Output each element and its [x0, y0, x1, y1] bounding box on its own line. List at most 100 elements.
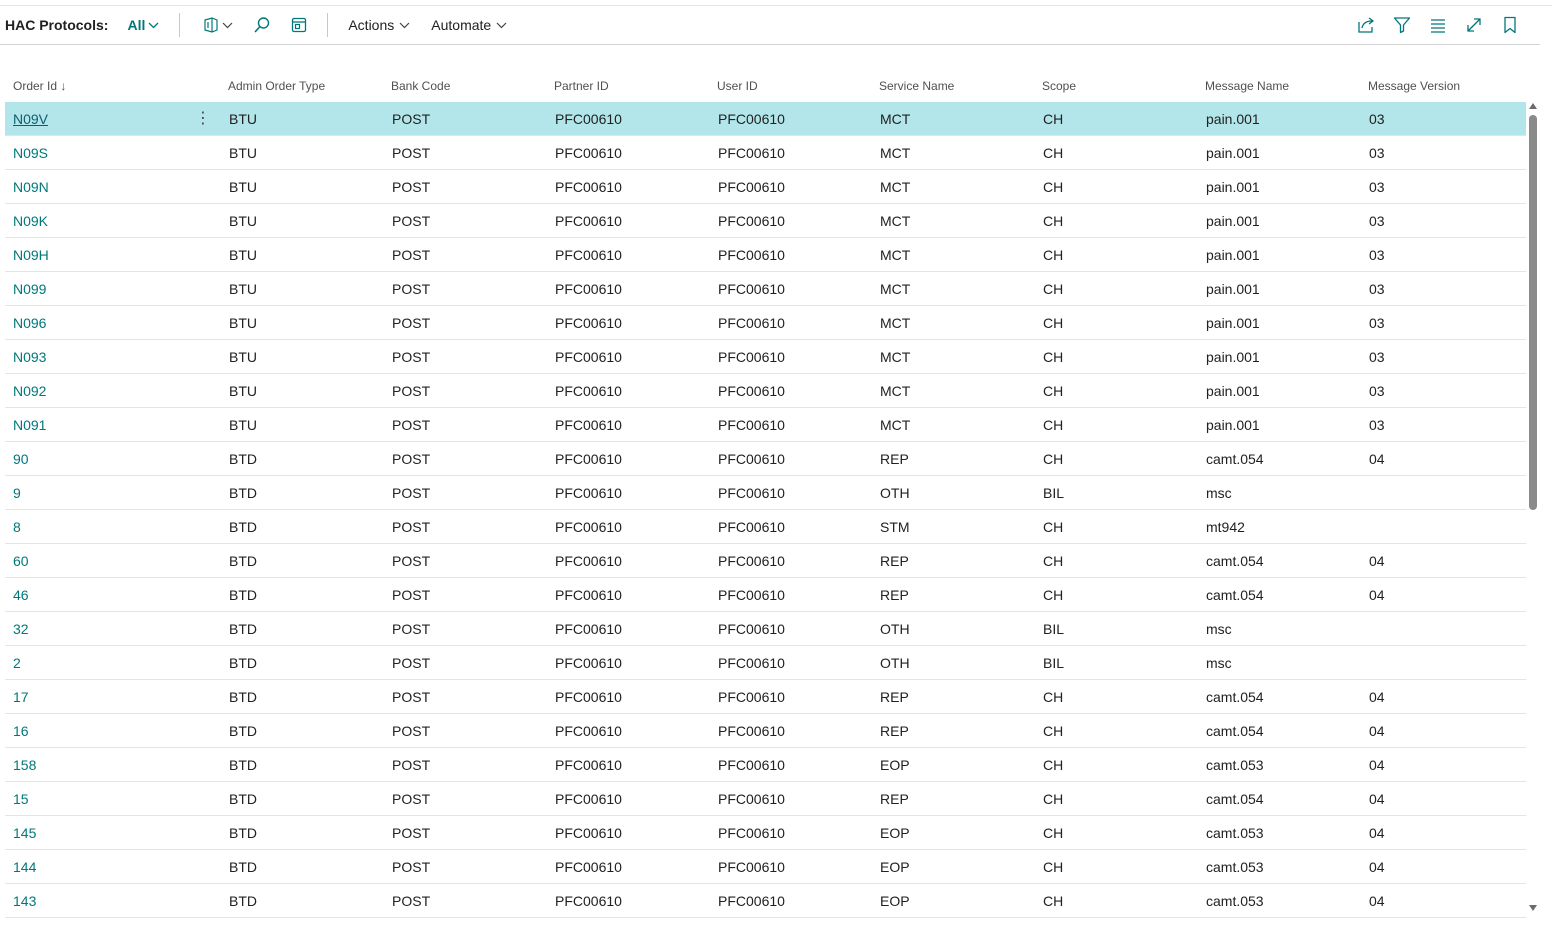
user-id-cell: PFC00610 [718, 587, 785, 603]
table-row[interactable]: 9 BTD POST PFC00610 PFC00610 OTH BIL msc [5, 476, 1526, 510]
order-id-link[interactable]: 90 [13, 451, 29, 467]
edit-list-button[interactable] [291, 17, 307, 33]
service-name-cell: REP [880, 791, 909, 807]
bookmark-icon [1504, 16, 1516, 34]
admin-order-type-cell: BTU [229, 247, 257, 263]
table-row[interactable]: 16 BTD POST PFC00610 PFC00610 REP CH camt.054 04 [5, 714, 1526, 748]
filter-button[interactable] [1384, 15, 1420, 35]
scroll-down-icon[interactable] [1529, 905, 1537, 911]
partner-id-cell: PFC00610 [555, 757, 622, 773]
order-id-link[interactable]: N09H [13, 247, 49, 263]
table-row[interactable]: N09V BTU POST PFC00610 PFC00610 MCT CH pain.001… [5, 102, 1526, 136]
table-row[interactable]: N091 BTU POST PFC00610 PFC00610 MCT CH pain.001… [5, 408, 1526, 442]
table-row[interactable]: 32 BTD POST PFC00610 PFC00610 OTH BIL msc [5, 612, 1526, 646]
table-row[interactable]: 8 BTD POST PFC00610 PFC00610 STM CH mt942 [5, 510, 1526, 544]
order-id-link[interactable]: N096 [13, 315, 46, 331]
column-header-message-version[interactable]: Message Version [1368, 79, 1460, 93]
row-more-options-icon[interactable]: ⋮ [195, 108, 211, 128]
order-id-link[interactable]: 60 [13, 553, 29, 569]
analyze-button[interactable] [202, 17, 233, 33]
table-row[interactable]: N092 BTU POST PFC00610 PFC00610 MCT CH pain.001… [5, 374, 1526, 408]
column-header-partner-id[interactable]: Partner ID [554, 79, 609, 93]
order-id-link[interactable]: 8 [13, 519, 21, 535]
order-id-link[interactable]: 32 [13, 621, 29, 637]
table-row[interactable]: N096 BTU POST PFC00610 PFC00610 MCT CH pain.001… [5, 306, 1526, 340]
actions-menu-button[interactable]: Actions [348, 17, 410, 33]
search-button[interactable] [253, 16, 271, 34]
bank-code-cell: POST [392, 145, 431, 161]
table-row[interactable]: 17 BTD POST PFC00610 PFC00610 REP CH camt.054 04 [5, 680, 1526, 714]
table-row[interactable]: N09S BTU POST PFC00610 PFC00610 MCT CH pain.001… [5, 136, 1526, 170]
column-header-service-name[interactable]: Service Name [879, 79, 954, 93]
order-id-link[interactable]: 143 [13, 893, 36, 909]
table-row[interactable]: N09N BTU POST PFC00610 PFC00610 MCT CH pain.001… [5, 170, 1526, 204]
message-name-cell: camt.053 [1206, 825, 1264, 841]
automate-menu-button[interactable]: Automate [431, 17, 507, 33]
order-id-link[interactable]: N092 [13, 383, 46, 399]
message-name-cell: pain.001 [1206, 213, 1260, 229]
admin-order-type-cell: BTU [229, 111, 257, 127]
table-row[interactable]: N099 BTU POST PFC00610 PFC00610 MCT CH pain.001… [5, 272, 1526, 306]
order-id-link[interactable]: 145 [13, 825, 36, 841]
message-name-cell: camt.053 [1206, 859, 1264, 875]
order-id-link[interactable]: 9 [13, 485, 21, 501]
order-id-link[interactable]: 16 [13, 723, 29, 739]
admin-order-type-cell: BTD [229, 621, 257, 637]
order-id-link[interactable]: N093 [13, 349, 46, 365]
analyze-icon [204, 17, 218, 33]
expand-button[interactable] [1456, 15, 1492, 35]
message-name-cell: pain.001 [1206, 111, 1260, 127]
order-id-link[interactable]: N09K [13, 213, 48, 229]
view-filter-dropdown[interactable]: All [127, 17, 159, 33]
table-row[interactable]: 144 BTD POST PFC00610 PFC00610 EOP CH camt.053 0… [5, 850, 1526, 884]
table-row[interactable]: 145 BTD POST PFC00610 PFC00610 EOP CH camt.053 0… [5, 816, 1526, 850]
user-id-cell: PFC00610 [718, 451, 785, 467]
vertical-scrollbar[interactable] [1527, 103, 1539, 911]
chevron-down-icon [399, 22, 410, 28]
order-id-link[interactable]: 2 [13, 655, 21, 671]
table-row[interactable]: 143 BTD POST PFC00610 PFC00610 EOP CH camt.053 0… [5, 884, 1526, 918]
message-name-cell: pain.001 [1206, 179, 1260, 195]
table-row[interactable]: N093 BTU POST PFC00610 PFC00610 MCT CH pain.001… [5, 340, 1526, 374]
order-id-link[interactable]: N09S [13, 145, 48, 161]
order-id-link[interactable]: N09V [13, 111, 48, 127]
order-id-link[interactable]: 158 [13, 757, 36, 773]
table-row[interactable]: N09K BTU POST PFC00610 PFC00610 MCT CH pain.001… [5, 204, 1526, 238]
order-id-link[interactable]: N09N [13, 179, 49, 195]
message-version-cell: 04 [1369, 757, 1385, 773]
table-row[interactable]: N09H BTU POST PFC00610 PFC00610 MCT CH pain.001… [5, 238, 1526, 272]
share-button[interactable] [1348, 15, 1384, 35]
table-row[interactable]: 90 BTD POST PFC00610 PFC00610 REP CH camt.054 04 [5, 442, 1526, 476]
column-header-admin-order-type[interactable]: Admin Order Type [228, 79, 325, 93]
table-row[interactable]: 15 BTD POST PFC00610 PFC00610 REP CH camt.054 04 [5, 782, 1526, 816]
table-row[interactable]: 158 BTD POST PFC00610 PFC00610 EOP CH camt.053 0… [5, 748, 1526, 782]
scroll-up-icon[interactable] [1529, 103, 1537, 109]
column-header-scope[interactable]: Scope [1042, 79, 1076, 93]
bookmark-button[interactable] [1492, 15, 1528, 35]
column-header-bank-code[interactable]: Bank Code [391, 79, 450, 93]
scope-cell: CH [1043, 383, 1064, 399]
message-name-cell: pain.001 [1206, 281, 1260, 297]
user-id-cell: PFC00610 [718, 553, 785, 569]
chevron-down-icon [496, 22, 507, 28]
order-id-link[interactable]: 144 [13, 859, 36, 875]
order-id-link[interactable]: 15 [13, 791, 29, 807]
order-id-link[interactable]: N099 [13, 281, 46, 297]
order-id-link[interactable]: 17 [13, 689, 29, 705]
column-header-user-id[interactable]: User ID [717, 79, 758, 93]
list-view-button[interactable] [1420, 15, 1456, 35]
table-row[interactable]: 60 BTD POST PFC00610 PFC00610 REP CH camt.054 04 [5, 544, 1526, 578]
table-row[interactable]: 2 BTD POST PFC00610 PFC00610 OTH BIL msc [5, 646, 1526, 680]
user-id-cell: PFC00610 [718, 893, 785, 909]
table-row[interactable]: 46 BTD POST PFC00610 PFC00610 REP CH camt.054 04 [5, 578, 1526, 612]
scrollbar-thumb[interactable] [1529, 115, 1537, 510]
user-id-cell: PFC00610 [718, 519, 785, 535]
column-header-message-name[interactable]: Message Name [1205, 79, 1289, 93]
bank-code-cell: POST [392, 451, 431, 467]
order-id-link[interactable]: 46 [13, 587, 29, 603]
admin-order-type-cell: BTU [229, 417, 257, 433]
column-header-order-id[interactable]: Order Id ↓ [13, 79, 66, 93]
partner-id-cell: PFC00610 [555, 587, 622, 603]
order-id-link[interactable]: N091 [13, 417, 46, 433]
scope-cell: CH [1043, 723, 1064, 739]
